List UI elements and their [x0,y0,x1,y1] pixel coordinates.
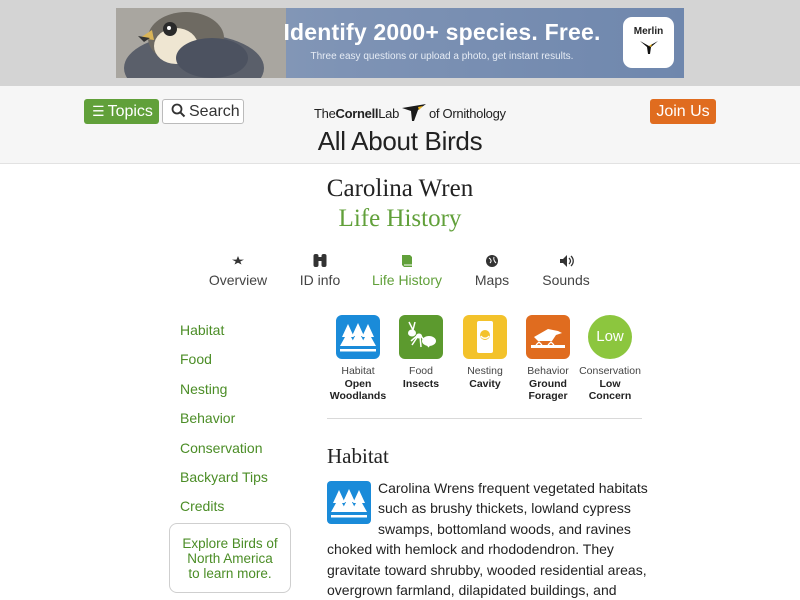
tile-conservation-value-1: Low [599,378,621,390]
habitat-line-6: overgrown farmland, dilapidated building… [327,582,617,600]
site-header: ☰ Topics Search TheCornellLab of Ornithol… [0,86,800,164]
habitat-line-2: such as brushy thickets, lowland cypress [378,500,631,516]
tile-conservation-category: Conservation [579,365,641,377]
explore-line-1: Explore Birds of [182,536,278,551]
merlin-ad-banner[interactable]: Identify 2000+ species. Free. Three easy… [116,8,684,78]
search-label: Search [189,103,240,120]
sidebar-item-credits[interactable]: Credits [180,498,224,514]
habitat-heading: Habitat [327,444,389,468]
tab-sounds[interactable]: Sounds [538,252,594,288]
tab-overview-label: Overview [208,272,268,288]
search-button[interactable]: Search [162,99,244,124]
trees-icon [336,315,380,359]
sidebar-item-conservation[interactable]: Conservation [180,440,263,456]
tab-sounds-label: Sounds [542,272,590,288]
ad-bar: Identify 2000+ species. Free. Three easy… [0,0,800,86]
globe-icon [486,255,498,267]
logo-of: of Ornithology [429,106,506,121]
tile-food-value-1: Insects [402,378,440,390]
ant-icon [399,315,443,359]
tile-conservation[interactable]: Low Conservation Low Concern [574,315,646,402]
tile-habitat[interactable]: Habitat Open Woodlands [322,315,394,402]
tile-habitat-value-1: Open [344,378,372,390]
sidebar-item-habitat[interactable]: Habitat [180,322,224,338]
cavity-nest-icon [463,315,507,359]
low-concern-badge: Low [588,315,632,359]
falcon-photo [116,8,286,78]
ad-title: Identify 2000+ species. Free. [283,19,601,45]
merlin-bird-icon [639,41,658,54]
merlin-logo[interactable]: Merlin [623,17,674,68]
tab-life-history[interactable]: Life History [368,252,446,288]
tab-overview[interactable]: Overview [206,252,270,288]
topics-label: Topics [107,103,153,120]
sidebar-item-behavior[interactable]: Behavior [180,410,235,426]
logo-cornell: Cornell [335,106,379,121]
tile-habitat-value-2: Woodlands [329,390,387,402]
explore-line-3: to learn more. [188,566,272,581]
explore-line-2: North America [187,551,273,566]
explore-birds-link[interactable]: Explore Birds of North America to learn … [169,523,291,593]
sidebar-item-backyard-tips[interactable]: Backyard Tips [180,469,268,485]
tile-nesting[interactable]: Nesting Cavity [449,315,521,390]
tab-id-info[interactable]: ID info [290,252,350,288]
speaker-icon [560,255,574,267]
logo-lab: Lab [378,106,399,121]
cornell-lab-logo[interactable]: TheCornellLab of Ornithology [314,102,506,122]
logo-the: The [314,106,336,121]
habitat-line-4: choked with hemlock and rhododendron. Th… [327,541,614,557]
habitat-line-1: Carolina Wrens frequent vegetated habita… [378,480,648,496]
ad-subtitle: Three easy questions or upload a photo, … [310,51,574,62]
tab-maps-label: Maps [474,272,510,288]
ground-forager-icon [526,315,570,359]
habitat-line-5: gravitate toward shrubby, wooded residen… [327,562,647,578]
book-icon [402,255,412,267]
tab-maps[interactable]: Maps [470,252,514,288]
tile-food[interactable]: Food Insects [385,315,457,390]
tile-food-category: Food [409,365,433,377]
tab-id-info-label: ID info [299,272,341,288]
search-icon [171,103,186,118]
sidebar-item-nesting[interactable]: Nesting [180,381,227,397]
binoculars-icon [313,254,327,267]
tile-habitat-category: Habitat [341,365,375,377]
tile-conservation-value-2: Concern [588,390,632,402]
join-us-button[interactable]: Join Us [650,99,716,124]
tile-nesting-value-1: Cavity [469,378,501,390]
star-icon [232,256,244,265]
site-title[interactable]: All About Birds [0,126,800,157]
sidebar-item-food[interactable]: Food [180,351,212,367]
section-divider [327,418,642,419]
cornell-bird-icon [402,104,426,121]
habitat-line-3: swamps, bottomland woods, and ravines [378,521,631,537]
tile-nesting-category: Nesting [467,365,503,377]
tab-life-history-label: Life History [371,272,443,288]
merlin-logo-text: Merlin [633,26,664,37]
section-title: Life History [338,205,462,232]
menu-icon: ☰ [92,103,105,119]
topics-button[interactable]: ☰ Topics [84,99,159,124]
species-name: Carolina Wren [326,175,474,202]
habitat-trees-icon [327,481,371,524]
